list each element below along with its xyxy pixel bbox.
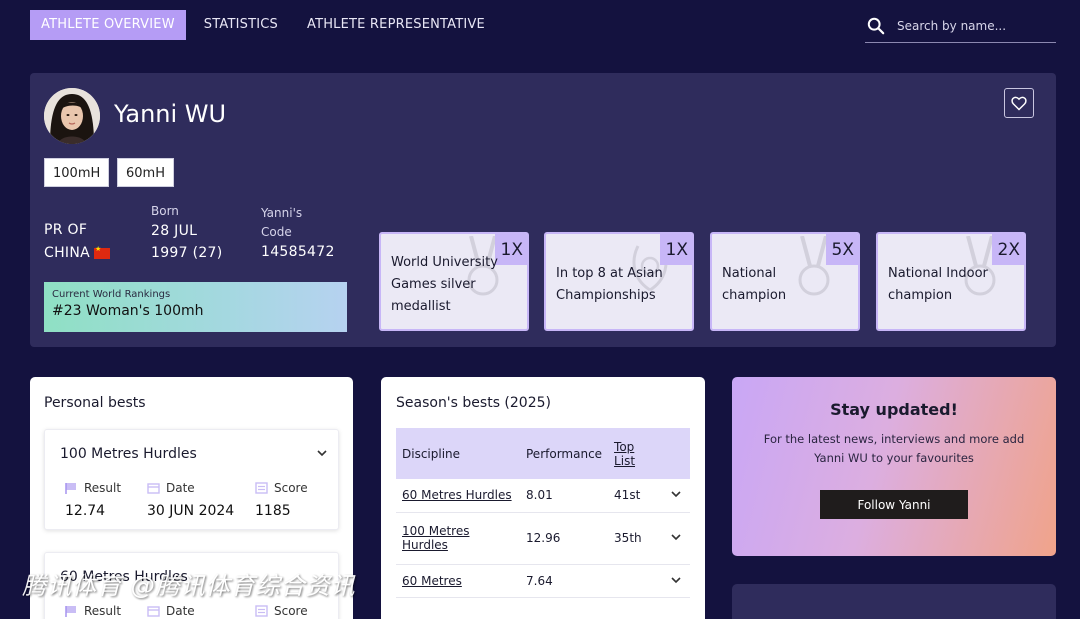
table-row[interactable]: 60 Metres 7.64 — [396, 564, 690, 598]
favourite-button[interactable] — [1004, 88, 1034, 118]
top-list-link[interactable]: Top List — [614, 440, 635, 468]
tab-athlete-representative[interactable]: ATHLETE REPRESENTATIVE — [296, 10, 496, 40]
discipline-link[interactable]: 100 Metres Hurdles — [402, 524, 469, 552]
chevron-down-icon[interactable] — [670, 489, 682, 499]
discipline-link[interactable]: 60 Metres Hurdles — [402, 488, 512, 502]
chevron-down-icon[interactable] — [670, 532, 682, 542]
watermark-text: 腾讯体育 @腾讯体育综合资讯 — [22, 572, 356, 600]
country-name: CHINA — [44, 245, 90, 261]
born-date: 28 JUL — [151, 223, 198, 239]
calendar-icon — [147, 483, 160, 494]
honour-card: 1X World University Games silver medalli… — [379, 232, 529, 331]
pb-score-label-text: Score — [274, 604, 308, 618]
stay-updated-text: For the latest news, interviews and more… — [763, 432, 1025, 465]
pb-score-label-text: Score — [274, 481, 308, 495]
tab-statistics[interactable]: STATISTICS — [193, 10, 289, 40]
performance-cell: 8.01 — [520, 479, 609, 513]
table-row[interactable]: 60 Metres Hurdles 8.01 41st — [396, 479, 690, 513]
top-nav: ATHLETE OVERVIEW STATISTICS ATHLETE REPR… — [30, 10, 503, 40]
discipline-line1: 100 Metres — [402, 524, 470, 538]
table-row[interactable]: 100 Metres Hurdles 12.96 35th — [396, 512, 690, 565]
born-year: 1997 (27) — [151, 245, 223, 261]
col-top-list[interactable]: Top List — [608, 428, 664, 479]
athlete-avatar — [44, 88, 100, 144]
honour-text: In top 8 at Asian Championships — [556, 266, 663, 303]
calendar-icon — [147, 606, 160, 617]
pb-score-label: Score — [255, 481, 308, 495]
tab-athlete-overview[interactable]: ATHLETE OVERVIEW — [30, 10, 186, 40]
performance-cell: 7.64 — [520, 564, 609, 598]
col-expand — [664, 428, 690, 479]
flag-icon — [65, 483, 76, 494]
athlete-name: Yanni WU — [114, 100, 227, 128]
athlete-code: 14585472 — [261, 244, 335, 260]
personal-bests-title: Personal bests — [44, 395, 146, 411]
pb-date-label: Date — [147, 481, 195, 495]
season-bests-title: Season's bests (2025) — [396, 395, 551, 411]
toplist-cell: 41st — [608, 479, 664, 513]
world-ranking-box: Current World Rankings #23 Woman's 100mh — [44, 282, 347, 332]
chevron-down-icon[interactable] — [670, 575, 682, 585]
table-header-row: Discipline Performance Top List — [396, 428, 690, 479]
discipline-line2: Hurdles — [402, 538, 448, 552]
honour-card: 2X National Indoor champion — [876, 232, 1026, 331]
pb-score: 1185 — [255, 503, 291, 519]
honour-count: 1X — [659, 234, 692, 265]
code-label-line2: Code — [261, 225, 292, 239]
heart-icon — [1011, 96, 1027, 111]
flag-icon — [65, 606, 76, 617]
follow-button[interactable]: Follow Yanni — [820, 490, 968, 519]
pb-result-label: Result — [65, 604, 121, 618]
honour-card: 5X National champion — [710, 232, 860, 331]
event-tag-100mh[interactable]: 100mH — [44, 158, 110, 187]
search-input[interactable] — [897, 19, 1047, 33]
season-bests-card: Season's bests (2025) Discipline Perform… — [381, 377, 705, 619]
ranking-value: #23 Woman's 100mh — [52, 303, 204, 319]
pb-date-label: Date — [147, 604, 195, 618]
honour-text: National Indoor champion — [888, 266, 988, 303]
bottom-card — [732, 584, 1056, 619]
col-performance: Performance — [520, 428, 609, 479]
toplist-cell: 35th — [608, 512, 664, 565]
pb-date-label-text: Date — [166, 481, 195, 495]
score-list-icon — [255, 605, 268, 617]
pb-result-label-text: Result — [84, 481, 122, 495]
honour-count: 5X — [825, 234, 858, 265]
search-bar — [865, 10, 1056, 43]
score-list-icon — [255, 482, 268, 494]
ranking-label: Current World Rankings — [52, 289, 171, 300]
chevron-down-icon[interactable] — [316, 448, 328, 458]
pb-result-label: Result — [65, 481, 121, 495]
pb-result-label-text: Result — [84, 604, 122, 618]
pb-date: 30 JUN 2024 — [147, 503, 235, 519]
top-list-line2: List — [614, 453, 636, 468]
pb-score-label: Score — [255, 604, 308, 618]
code-label-line1: Yanni's — [261, 206, 303, 220]
country-label: PR OF — [44, 222, 88, 238]
stay-updated-title: Stay updated! — [830, 400, 958, 419]
pb-result: 12.74 — [65, 503, 106, 519]
honour-text: National champion — [722, 266, 787, 303]
born-label: Born — [151, 204, 179, 218]
event-tag-60mh[interactable]: 60mH — [117, 158, 174, 187]
top-list-line1: Top — [614, 439, 635, 454]
pb-discipline: 100 Metres Hurdles — [60, 446, 197, 462]
country-value: CHINA — [44, 245, 110, 261]
search-icon[interactable] — [867, 17, 885, 35]
stay-updated-card: Stay updated! For the latest news, inter… — [732, 377, 1056, 556]
season-bests-table: Discipline Performance Top List 60 Metres… — [396, 428, 690, 598]
honour-card: 1X In top 8 at Asian Championships — [544, 232, 694, 331]
pb-item[interactable]: 100 Metres Hurdles Result Date Score 12.… — [44, 429, 339, 530]
col-discipline: Discipline — [396, 428, 520, 479]
performance-cell: 12.96 — [520, 512, 609, 565]
pb-date-label-text: Date — [166, 604, 195, 618]
honour-text: World University Games silver medallist — [391, 255, 498, 314]
china-flag-icon — [93, 245, 110, 259]
discipline-link[interactable]: 60 Metres — [402, 574, 462, 588]
toplist-cell — [608, 564, 664, 598]
honour-count: 2X — [991, 234, 1024, 265]
